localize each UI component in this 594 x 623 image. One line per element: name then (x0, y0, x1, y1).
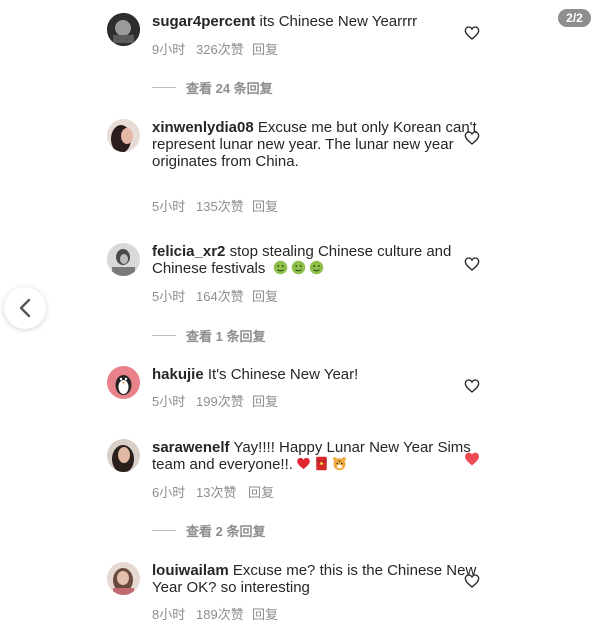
reply-button[interactable]: 回复 (252, 604, 278, 623)
divider-line (152, 335, 176, 336)
comment-time: 5小时 (152, 199, 186, 214)
comment-time: 5小时 (152, 394, 186, 409)
avatar[interactable] (107, 243, 140, 276)
comment-body: felicia_xr2 stop stealing Chinese cultur… (152, 243, 482, 277)
comment-item: felicia_xr2 stop stealing Chinese cultur… (107, 243, 547, 305)
comment-username[interactable]: felicia_xr2 (152, 243, 225, 260)
comment-body: louiwailam Excuse me? this is the Chines… (152, 562, 482, 596)
comment-time: 5小时 (152, 289, 186, 304)
avatar[interactable] (107, 119, 140, 152)
nauseated-face-icon (273, 260, 287, 275)
comment-item: hakujie It's Chinese New Year! 5小时 199次赞回… (107, 366, 547, 410)
avatar[interactable] (107, 13, 140, 46)
nauseated-face-icon (291, 260, 305, 275)
reply-button[interactable]: 回复 (252, 286, 278, 305)
heart-icon-liked[interactable] (464, 451, 480, 467)
heart-icon[interactable] (464, 256, 480, 272)
comment-likes[interactable]: 326次赞 (196, 39, 252, 58)
heart-icon[interactable] (464, 130, 480, 146)
red-heart-icon (297, 457, 310, 470)
comment-meta: 5小时 135次赞 回复 (152, 196, 278, 215)
comment-username[interactable]: sarawenelf (152, 439, 230, 456)
avatar[interactable] (107, 366, 140, 399)
comment-item: louiwailam Excuse me? this is the Chines… (107, 562, 547, 622)
comment-body: sarawenelf Yay!!!! Happy Lunar New Year … (152, 439, 482, 473)
view-replies-button[interactable]: 查看 1 条回复 (152, 326, 265, 345)
comment-username[interactable]: hakujie (152, 366, 204, 383)
heart-icon[interactable] (464, 573, 480, 589)
heart-icon[interactable] (464, 378, 480, 394)
comment-likes[interactable]: 13次赞 (196, 482, 248, 501)
red-envelope-icon (315, 456, 327, 471)
comment-text: It's Chinese New Year! (207, 366, 359, 383)
view-replies-label: 查看 2 条回复 (186, 524, 266, 539)
previous-page-button[interactable] (4, 287, 46, 329)
comment-item: sarawenelf Yay!!!! Happy Lunar New Year … (107, 439, 547, 501)
avatar[interactable] (107, 562, 140, 595)
view-replies-button[interactable]: 查看 2 条回复 (152, 521, 265, 540)
heart-icon[interactable] (464, 25, 480, 41)
divider-line (152, 87, 176, 88)
comment-meta: 6小时 13次赞 回复 (152, 482, 274, 501)
comment-username[interactable]: louiwailam (152, 562, 229, 579)
reply-button[interactable]: 回复 (252, 196, 278, 215)
view-replies-label: 查看 1 条回复 (186, 329, 266, 344)
comment-meta: 9小时 326次赞 回复 (152, 39, 278, 58)
comment-time: 8小时 (152, 607, 186, 622)
comment-time: 6小时 (152, 485, 186, 500)
comment-item: sugar4percent its Chinese New Yearrrr 9小… (107, 13, 547, 59)
comment-meta: 5小时 199次赞 回复 (152, 391, 278, 410)
reply-button[interactable]: 回复 (248, 482, 274, 501)
comment-likes[interactable]: 164次赞 (196, 286, 252, 305)
comment-time: 9小时 (152, 42, 186, 57)
chevron-left-icon (19, 298, 31, 318)
comment-body: sugar4percent its Chinese New Yearrrr (152, 13, 482, 30)
comment-body: hakujie It's Chinese New Year! (152, 366, 482, 383)
nauseated-face-icon (309, 260, 323, 275)
comment-username[interactable]: sugar4percent (152, 13, 255, 30)
comment-meta: 8小时 189次赞 回复 (152, 604, 278, 623)
comment-item: xinwenlydia08 Excuse me but only Korean … (107, 119, 547, 215)
comment-likes[interactable]: 199次赞 (196, 391, 252, 410)
comment-text: its Chinese New Yearrrr (259, 13, 418, 30)
view-replies-button[interactable]: 查看 24 条回复 (152, 78, 273, 97)
comment-likes[interactable]: 189次赞 (196, 604, 252, 623)
comment-body: xinwenlydia08 Excuse me but only Korean … (152, 119, 482, 170)
divider-line (152, 530, 176, 531)
reply-button[interactable]: 回复 (252, 39, 278, 58)
avatar[interactable] (107, 439, 140, 472)
tiger-face-icon (333, 457, 346, 471)
view-replies-label: 查看 24 条回复 (186, 81, 273, 96)
comment-meta: 5小时 164次赞 回复 (152, 286, 278, 305)
page-indicator-badge: 2/2 (558, 9, 591, 27)
comment-likes[interactable]: 135次赞 (196, 196, 252, 215)
reply-button[interactable]: 回复 (252, 391, 278, 410)
comment-username[interactable]: xinwenlydia08 (152, 119, 254, 136)
